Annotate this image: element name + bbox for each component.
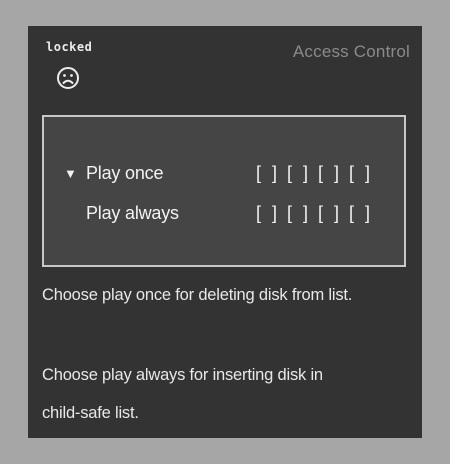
code-slot[interactable]: [ ] <box>287 163 318 184</box>
code-slot[interactable]: [ ] <box>349 163 380 184</box>
option-play-always-label: Play always <box>86 203 179 223</box>
selection-marker-icon: ▼ <box>64 166 77 181</box>
lock-status-label: locked <box>46 40 93 54</box>
help-text-play-once: Choose play once for deleting disk from … <box>42 286 353 304</box>
access-control-panel: locked Access Control ▼ Play once [ ][ ]… <box>28 26 422 438</box>
code-slot[interactable]: [ ] <box>349 203 380 224</box>
code-slot[interactable]: [ ] <box>256 163 287 184</box>
code-slots: [ ][ ][ ][ ] <box>256 203 380 224</box>
option-play-once-label: Play once <box>86 163 164 183</box>
code-slot[interactable]: [ ] <box>287 203 318 224</box>
help-text-play-always-cont: child-safe list. <box>42 404 139 422</box>
sad-face-icon <box>57 67 79 89</box>
code-slots: [ ][ ][ ][ ] <box>256 163 380 184</box>
code-slot[interactable]: [ ] <box>256 203 287 224</box>
page-title: Access Control <box>292 42 410 61</box>
option-play-once[interactable]: ▼ Play once [ ][ ][ ][ ] <box>44 162 404 188</box>
help-text-play-always: Choose play always for inserting disk in <box>42 366 323 384</box>
code-slot[interactable]: [ ] <box>318 203 349 224</box>
option-play-always[interactable]: Play always [ ][ ][ ][ ] <box>44 202 404 228</box>
code-slot[interactable]: [ ] <box>318 163 349 184</box>
play-mode-options: ▼ Play once [ ][ ][ ][ ] Play always [ ]… <box>42 115 406 267</box>
